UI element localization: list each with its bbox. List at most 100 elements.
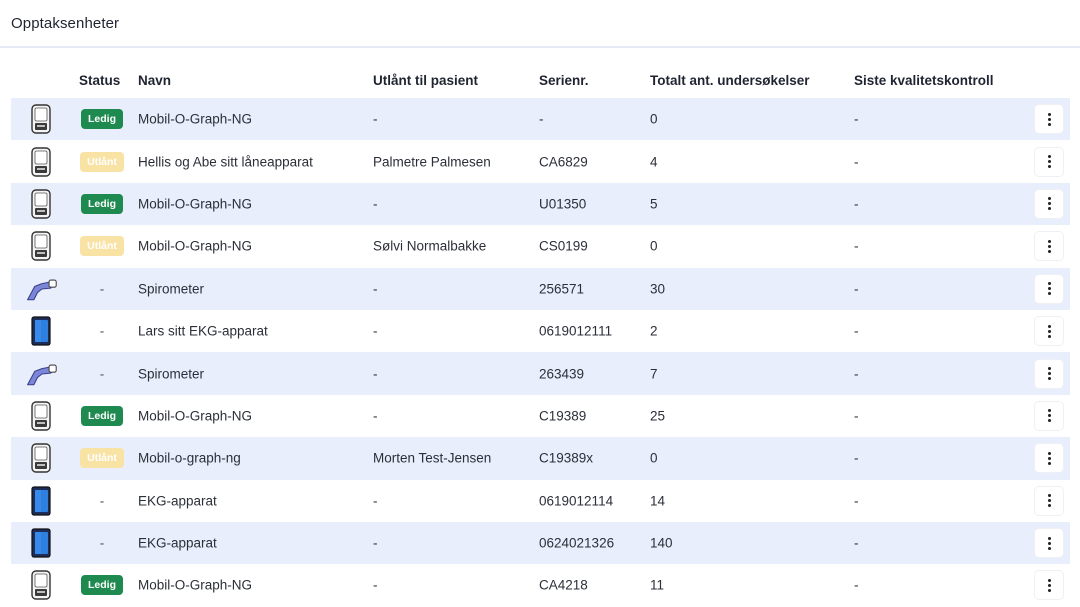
more-actions-button[interactable] [1035,232,1063,261]
kebab-menu-icon [1047,112,1051,126]
loaned-to-patient: - [373,408,378,424]
table-row[interactable]: - Lars sitt EKG-apparat - 0619012111 2 - [11,310,1070,352]
table-row[interactable]: Utlånt Mobil-O-Graph-NG Sølvi Normalbakke C… [11,225,1070,267]
more-actions-button[interactable] [1035,105,1063,134]
more-actions-button[interactable] [1035,529,1063,558]
more-actions-button[interactable] [1035,317,1063,346]
table-row[interactable]: - Spirometer - 256571 30 - [11,267,1070,310]
last-quality-control: - [854,281,859,297]
table-row[interactable]: Utlånt Hellis og Abe sitt låneapparat Palm… [11,140,1070,182]
row-actions [1035,189,1063,218]
status-cell: Ledig [79,193,125,214]
status-badge: Utlånt [80,151,124,172]
spirometer-icon [24,273,58,305]
table-row[interactable]: Ledig Mobil-O-Graph-NG - C19389 25 - [11,395,1070,437]
status-cell: - [79,493,125,508]
status-badge: Utlånt [80,236,124,257]
serial-number: - [539,111,544,127]
bp-monitor-icon [24,400,58,432]
last-quality-control: - [854,535,859,551]
serial-number: U01350 [539,196,587,212]
spirometer-icon [24,358,58,390]
loaned-to-patient: - [373,196,378,212]
status-empty: - [99,323,105,339]
more-actions-button[interactable] [1035,274,1063,303]
col-qc-header[interactable]: Siste kvalitetskontroll [854,73,994,88]
status-cell: Ledig [79,405,125,426]
row-actions [1035,274,1063,303]
row-actions [1035,232,1063,261]
bp-monitor-icon [24,146,58,178]
page-header: Opptaksenheter [0,0,1080,48]
serial-number: CS0199 [539,238,588,254]
status-cell: - [79,324,125,339]
last-quality-control: - [854,323,859,339]
kebab-menu-icon [1047,536,1051,550]
more-actions-button[interactable] [1035,189,1063,218]
status-empty: - [99,366,105,382]
status-empty: - [99,493,105,509]
device-name: Mobil-O-Graph-NG [138,196,253,212]
loaned-to-patient: - [373,493,378,509]
bp-monitor-icon [24,188,58,220]
table-row[interactable]: - Spirometer - 263439 7 - [11,352,1070,395]
row-actions [1035,486,1063,515]
status-empty: - [99,535,105,551]
col-count-header[interactable]: Totalt ant. undersøkelser [650,73,810,88]
device-name: Mobil-O-Graph-NG [138,577,253,593]
bp-monitor-icon [24,103,58,135]
exam-count: 5 [650,196,658,212]
table-row[interactable]: Ledig Mobil-O-Graph-NG - - 0 - [11,98,1070,141]
status-cell: Utlånt [79,448,125,469]
table-row[interactable]: Ledig Mobil-O-Graph-NG - CA4218 11 - [11,564,1070,606]
col-name-header[interactable]: Navn [138,73,171,88]
exam-count: 14 [650,493,666,509]
kebab-menu-icon [1047,409,1051,423]
table-row[interactable]: - EKG-apparat - 0624021326 140 - [11,521,1070,565]
exam-count: 7 [650,366,658,382]
device-name: Mobil-o-graph-ng [138,450,241,466]
last-quality-control: - [854,111,859,127]
ekg-device-icon [24,485,58,517]
status-badge: Utlånt [80,448,124,469]
kebab-menu-icon [1047,282,1051,296]
device-name: EKG-apparat [138,493,217,509]
kebab-menu-icon [1047,155,1051,169]
loaned-to-patient: - [373,323,378,339]
device-name: EKG-apparat [138,535,217,551]
table-header: Status Navn Utlånt til pasient Serienr. … [11,62,1070,98]
col-serial-header[interactable]: Serienr. [539,73,589,88]
kebab-menu-icon [1047,324,1051,338]
serial-number: 0619012111 [539,323,613,339]
exam-count: 4 [650,154,658,170]
loaned-to-patient: - [373,281,378,297]
more-actions-button[interactable] [1035,147,1063,176]
status-badge: Ledig [81,109,123,130]
exam-count: 140 [650,535,673,551]
table-row[interactable]: Ledig Mobil-O-Graph-NG - U01350 5 - [11,182,1070,226]
serial-number: C19389 [539,408,587,424]
more-actions-button[interactable] [1035,444,1063,473]
more-actions-button[interactable] [1035,486,1063,515]
table-row[interactable]: - EKG-apparat - 0619012114 14 - [11,480,1070,522]
kebab-menu-icon [1047,451,1051,465]
more-actions-button[interactable] [1035,359,1063,388]
status-cell: - [79,536,125,551]
kebab-menu-icon [1047,197,1051,211]
col-patient-header[interactable]: Utlånt til pasient [373,73,478,88]
more-actions-button[interactable] [1035,401,1063,430]
kebab-menu-icon [1047,578,1051,592]
loaned-to-patient: - [373,111,378,127]
exam-count: 30 [650,281,666,297]
serial-number: 263439 [539,366,585,382]
status-cell: - [79,366,125,381]
status-badge: Ledig [81,193,123,214]
device-name: Mobil-O-Graph-NG [138,238,253,254]
row-actions [1035,359,1063,388]
last-quality-control: - [854,493,859,509]
col-status-header[interactable]: Status [79,73,120,88]
table-row[interactable]: Utlånt Mobil-o-graph-ng Morten Test-Jensen… [11,437,1070,480]
last-quality-control: - [854,238,859,254]
more-actions-button[interactable] [1035,571,1063,600]
serial-number: CA4218 [539,577,588,593]
